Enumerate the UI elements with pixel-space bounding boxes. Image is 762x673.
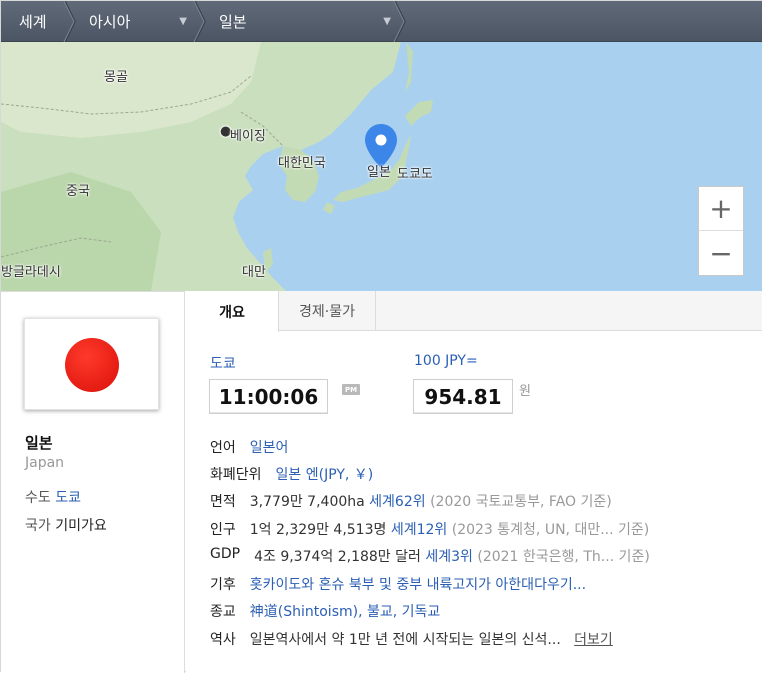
map-label-tokyo: 도쿄도 — [397, 167, 433, 182]
info-key: 인구 — [210, 522, 236, 538]
info-key: 종교 — [210, 604, 236, 620]
info-key: 면적 — [210, 494, 236, 510]
info-key: 화폐단위 — [210, 467, 262, 483]
info-climate: 기후 홋카이도와 혼슈 북부 및 중부 내륙고지가 아한대다우기... — [210, 574, 586, 594]
time-city: 도쿄 — [210, 356, 236, 372]
breadcrumb-label: 일본 — [219, 12, 247, 31]
breadcrumb-separator-icon — [393, 1, 406, 42]
breadcrumb-separator-icon — [193, 1, 206, 42]
tab-overview[interactable]: 개요 — [186, 291, 279, 332]
language-link[interactable]: 일본어 — [250, 437, 289, 457]
country-info-widget: 세계 아시아 ▼ 일본 ▼ 몽골 ● 베이징 대한민국 중국 일본 도쿄도 방글… — [0, 0, 762, 673]
info-key: GDP — [210, 546, 241, 562]
info-key: 기후 — [210, 577, 236, 593]
country-summary: 일본 Japan 수도 도쿄 국가 기미가요 — [1, 291, 185, 673]
map-label-japan: 일본 — [367, 165, 391, 180]
country-name-english: Japan — [25, 455, 65, 471]
population-rank-link[interactable]: 세계12위 — [391, 519, 447, 539]
history-value: 일본역사에서 약 1만 년 전에 시작되는 일본의 신석... — [249, 632, 561, 648]
info-key: 언어 — [210, 440, 236, 456]
ampm-badge: PM — [342, 384, 360, 395]
map-label-beijing: 베이징 — [230, 129, 266, 144]
capital-key: 수도 — [25, 490, 51, 506]
capital-link[interactable]: 도쿄 — [55, 490, 81, 506]
tab-economy-prices[interactable]: 경제·물가 — [279, 291, 376, 331]
currency-unit: 원 — [519, 384, 531, 399]
flag-image — [24, 318, 159, 410]
breadcrumb-label: 세계 — [19, 12, 47, 31]
map-label-korea: 대한민국 — [278, 156, 326, 171]
population-value: 1억 2,329만 4,513명 — [249, 522, 387, 538]
flag-sun-disc — [65, 338, 119, 392]
info-currency: 화폐단위 일본 엔(JPY, ￥) — [210, 464, 373, 484]
info-key: 역사 — [210, 632, 236, 648]
area-rank-link[interactable]: 세계62위 — [369, 491, 425, 511]
map-zoom-control: + − — [698, 186, 744, 276]
chevron-down-icon: ▼ — [383, 16, 391, 27]
info-religion: 종교 神道(Shintoism), 불교, 기독교 — [210, 601, 440, 621]
info-language: 언어 일본어 — [210, 437, 288, 457]
religion-link[interactable]: 神道(Shintoism), 불교, 기독교 — [250, 601, 441, 621]
chevron-down-icon: ▼ — [179, 16, 187, 27]
anthem-key: 국가 — [25, 518, 51, 534]
map-label-china: 중국 — [66, 184, 90, 199]
map-label-taiwan: 대만 — [242, 265, 266, 280]
gdp-rank-link[interactable]: 세계3위 — [425, 546, 473, 566]
anthem-value: 기미가요 — [55, 518, 107, 534]
currency-base-label: 100 JPY= — [414, 353, 478, 369]
country-name: 일본 — [25, 434, 53, 452]
area-source: (2020 국토교통부, FAO 기준) — [430, 494, 612, 510]
sakhalin-shape — [405, 42, 413, 92]
info-population: 인구 1억 2,329만 4,513명 세계12위 (2023 통계청, UN,… — [210, 519, 649, 539]
info-history: 역사 일본역사에서 약 1만 년 전에 시작되는 일본의 신석... 더보기 — [210, 629, 613, 649]
local-time: 11:00:06 — [209, 379, 328, 414]
breadcrumb: 세계 아시아 ▼ 일본 ▼ — [1, 1, 762, 42]
area-value: 3,779만 7,400ha — [249, 494, 365, 510]
more-link[interactable]: 더보기 — [574, 629, 613, 649]
gdp-value: 4조 9,374억 2,188만 달러 — [254, 549, 421, 565]
exchange-rate: 954.81 — [413, 379, 513, 414]
gdp-source: (2021 한국은행, Th... 기준) — [477, 549, 650, 565]
info-gdp: GDP 4조 9,374억 2,188만 달러 세계3위 (2021 한국은행,… — [210, 546, 650, 566]
map-label-mongolia: 몽골 — [104, 70, 128, 85]
anthem-row: 국가 기미가요 — [25, 515, 107, 535]
kyushu-shape — [323, 202, 335, 214]
map-label-bangladesh: 방글라데시 — [1, 265, 61, 280]
breadcrumb-country-dropdown[interactable]: 일본 ▼ — [201, 1, 406, 42]
breadcrumb-label: 아시아 — [89, 12, 131, 31]
breadcrumb-separator-icon — [63, 1, 76, 42]
country-detail: 개요 경제·물가 도쿄 11:00:06 PM 100 JPY= 954.81 … — [186, 291, 762, 673]
info-area: 면적 3,779만 7,400ha 세계62위 (2020 국토교통부, FAO… — [210, 491, 612, 511]
zoom-in-button[interactable]: + — [699, 187, 743, 231]
breadcrumb-world[interactable]: 세계 — [1, 1, 76, 42]
currency-link[interactable]: 일본 엔(JPY, ￥) — [276, 464, 374, 484]
zoom-out-button[interactable]: − — [699, 231, 743, 275]
climate-link[interactable]: 홋카이도와 혼슈 북부 및 중부 내륙고지가 아한대다우기... — [250, 574, 586, 594]
population-source: (2023 통계청, UN, 대만... 기준) — [451, 522, 650, 538]
breadcrumb-continent-dropdown[interactable]: 아시아 ▼ — [71, 1, 206, 42]
tab-bar: 개요 경제·물가 — [186, 291, 762, 332]
map-view[interactable]: 몽골 ● 베이징 대한민국 중국 일본 도쿄도 방글라데시 대만 — [1, 42, 762, 291]
capital-row: 수도 도쿄 — [25, 487, 81, 507]
hokkaido-shape — [405, 100, 433, 126]
